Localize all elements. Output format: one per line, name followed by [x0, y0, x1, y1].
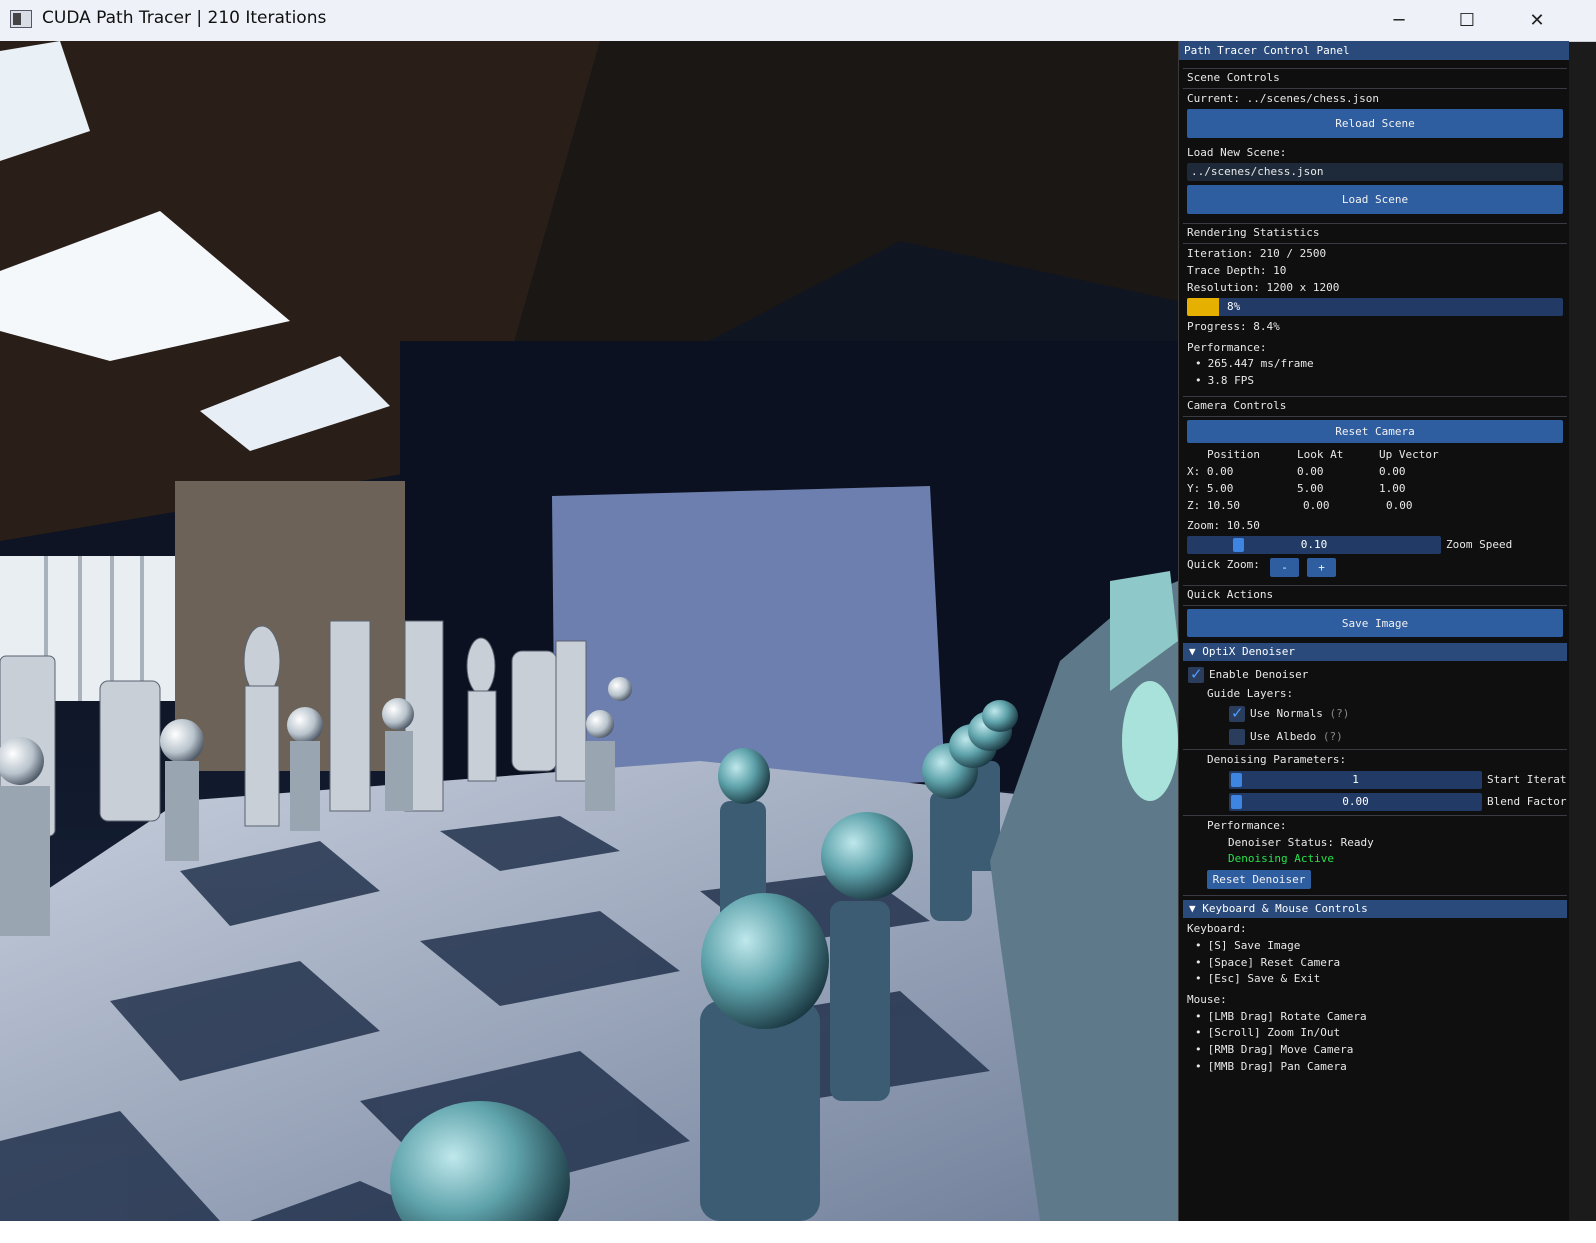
progress-bar-label: 8%	[1227, 300, 1241, 313]
ms-per-frame-text: 265.447 ms/frame	[1195, 357, 1314, 371]
enable-denoiser-checkbox[interactable]	[1188, 665, 1204, 683]
app-icon	[10, 10, 32, 28]
quick-zoom-label: Quick Zoom:	[1187, 558, 1260, 571]
window-bottom-border	[0, 1221, 1596, 1243]
rendered-chess-scene	[0, 41, 1178, 1221]
help-icon[interactable]: (?)	[1329, 707, 1349, 720]
shortcut-item: [RMB Drag] Move Camera	[1195, 1043, 1354, 1057]
shortcut-item: [Space] Reset Camera	[1195, 956, 1340, 970]
window-titlebar: CUDA Path Tracer | 210 Iterations ─ ☐ ✕	[0, 0, 1596, 42]
blend-factor-value: 0.00	[1342, 795, 1369, 808]
reload-scene-button[interactable]: Reload Scene	[1187, 109, 1563, 138]
maximize-button[interactable]: ☐	[1434, 0, 1500, 40]
camera-z-up: 0.00	[1386, 499, 1413, 512]
denoiser-status-text: Denoiser Status: Ready	[1228, 836, 1374, 849]
zoom-out-button[interactable]: -	[1270, 558, 1299, 577]
position-column-header: Position	[1207, 448, 1260, 461]
separator	[1183, 605, 1567, 606]
camera-y-look-at: 5.00	[1297, 482, 1324, 495]
separator	[1183, 88, 1567, 89]
render-progress-bar: 8%	[1187, 298, 1563, 316]
resolution-text: Resolution: 1200 x 1200	[1187, 281, 1340, 294]
blend-factor-label: Blend Factor	[1487, 795, 1567, 808]
window-title: CUDA Path Tracer | 210 Iterations	[42, 8, 327, 28]
optix-denoiser-header[interactable]: ▼ OptiX Denoiser	[1183, 643, 1567, 661]
shortcut-item: [MMB Drag] Pan Camera	[1195, 1060, 1347, 1074]
iteration-text: Iteration: 210 / 2500	[1187, 247, 1327, 260]
start-iteration-value: 1	[1352, 773, 1359, 786]
shortcut-item: [Scroll] Zoom In/Out	[1195, 1026, 1340, 1040]
denoising-parameters-label: Denoising Parameters:	[1207, 753, 1347, 766]
current-scene-text: Current: ../scenes/chess.json	[1187, 92, 1380, 105]
load-scene-button[interactable]: Load Scene	[1187, 185, 1563, 214]
zoom-speed-slider[interactable]: 0.10	[1187, 536, 1441, 554]
save-image-button[interactable]: Save Image	[1187, 609, 1563, 637]
separator	[1183, 416, 1567, 417]
shortcut-item: [LMB Drag] Rotate Camera	[1195, 1010, 1367, 1024]
quick-actions-heading: Quick Actions	[1187, 588, 1274, 601]
zoom-speed-value: 0.10	[1300, 538, 1328, 551]
keyboard-mouse-controls-header[interactable]: ▼ Keyboard & Mouse Controls	[1183, 900, 1567, 918]
separator	[1183, 815, 1567, 816]
denoiser-performance-label: Performance:	[1207, 819, 1287, 832]
separator	[1183, 396, 1567, 397]
separator	[1183, 895, 1567, 896]
scene-controls-heading: Scene Controls	[1187, 71, 1280, 84]
progress-text: Progress: 8.4%	[1187, 320, 1280, 333]
camera-y-position: Y: 5.00	[1187, 482, 1234, 495]
separator	[1183, 243, 1567, 244]
close-button[interactable]: ✕	[1504, 0, 1570, 40]
use-albedo-checkbox[interactable]	[1229, 729, 1245, 745]
help-icon[interactable]: (?)	[1323, 730, 1343, 743]
separator	[1183, 223, 1567, 224]
load-scene-input[interactable]: ../scenes/chess.json	[1187, 163, 1563, 181]
camera-z-position: Z: 10.50	[1187, 499, 1240, 512]
camera-controls-heading: Camera Controls	[1187, 399, 1287, 412]
camera-x-look-at: 0.00	[1297, 465, 1324, 478]
camera-x-up: 0.00	[1379, 465, 1406, 478]
start-iteration-slider[interactable]: 1	[1229, 771, 1482, 789]
render-viewport[interactable]	[0, 41, 1178, 1221]
minimize-button[interactable]: ─	[1366, 0, 1432, 40]
camera-x-position: X: 0.00	[1187, 465, 1234, 478]
trace-depth-text: Trace Depth: 10	[1187, 264, 1287, 277]
use-normals-label: Use Normals (?)	[1250, 707, 1350, 720]
enable-denoiser-label: Enable Denoiser	[1209, 668, 1309, 681]
keyboard-label: Keyboard:	[1187, 922, 1247, 935]
performance-label: Performance:	[1187, 341, 1267, 354]
camera-z-look-at: 0.00	[1303, 499, 1330, 512]
control-panel: Path Tracer Control Panel Scene Controls…	[1178, 41, 1569, 1221]
fps-text: 3.8 FPS	[1195, 374, 1254, 388]
separator	[1183, 68, 1567, 69]
reset-camera-button[interactable]: Reset Camera	[1187, 420, 1563, 443]
zoom-in-button[interactable]: +	[1307, 558, 1336, 577]
progress-fill	[1187, 298, 1219, 316]
zoom-text: Zoom: 10.50	[1187, 519, 1260, 532]
zoom-speed-label: Zoom Speed	[1446, 538, 1513, 551]
separator	[1183, 585, 1567, 586]
use-albedo-label: Use Albedo (?)	[1250, 730, 1343, 743]
mouse-label: Mouse:	[1187, 993, 1227, 1006]
start-iteration-label: Start Iterat	[1487, 773, 1567, 786]
look-at-column-header: Look At	[1297, 448, 1344, 461]
guide-layers-label: Guide Layers:	[1207, 687, 1294, 700]
camera-y-up: 1.00	[1379, 482, 1406, 495]
shortcut-item: [Esc] Save & Exit	[1195, 972, 1321, 986]
shortcut-item: [S] Save Image	[1195, 939, 1301, 953]
panel-title[interactable]: Path Tracer Control Panel	[1179, 41, 1569, 60]
denoising-active-text: Denoising Active	[1228, 852, 1334, 865]
up-vector-column-header: Up Vector	[1379, 448, 1439, 461]
blend-factor-slider[interactable]: 0.00	[1229, 793, 1482, 811]
use-normals-checkbox[interactable]	[1229, 704, 1245, 722]
load-scene-label: Load New Scene:	[1187, 146, 1287, 159]
reset-denoiser-button[interactable]: Reset Denoiser	[1207, 870, 1311, 889]
separator	[1183, 749, 1567, 750]
rendering-statistics-heading: Rendering Statistics	[1187, 226, 1320, 239]
